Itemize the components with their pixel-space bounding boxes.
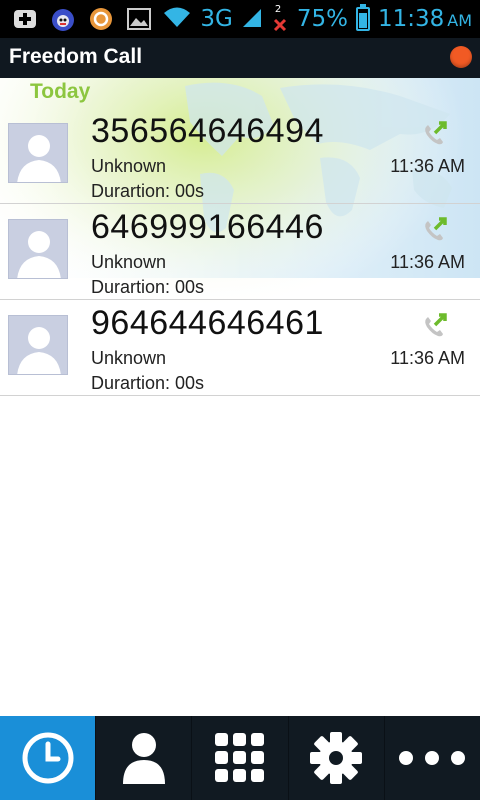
cat-app-icon <box>50 6 76 32</box>
call-duration: Durartion: 00s <box>91 181 205 201</box>
nav-more[interactable] <box>385 716 480 800</box>
call-log: Today 356564646494 Unknown Durartion: 00… <box>0 78 480 716</box>
notification-icons <box>12 6 152 32</box>
nav-call-log[interactable] <box>0 716 97 800</box>
call-time: 11:36 AM <box>390 156 465 176</box>
nav-settings[interactable] <box>289 716 385 800</box>
caller-name: Unknown <box>91 348 167 368</box>
bottom-nav <box>0 716 480 800</box>
caller-name: Unknown <box>91 252 167 272</box>
notification-count: 2 <box>274 4 282 15</box>
app-title: Freedom Call <box>9 45 143 68</box>
no-signal-icon: 2 <box>271 4 289 34</box>
dialpad-icon <box>215 733 264 782</box>
gear-icon <box>310 732 363 784</box>
avatar <box>8 219 68 279</box>
caller-number: 356564646494 <box>91 112 324 150</box>
outgoing-call-icon <box>425 313 447 337</box>
app-bar: Freedom Call <box>0 38 480 78</box>
list-item[interactable]: 356564646494 Unknown Durartion: 00s 11:3… <box>0 108 480 204</box>
status-bar: 3G 2 75% 11:38 AM <box>0 0 480 38</box>
avatar <box>8 123 68 183</box>
orange-app-icon <box>88 6 114 32</box>
call-time: 11:36 AM <box>390 348 465 368</box>
clock: 11:38 AM <box>378 6 472 32</box>
list-item[interactable]: 964644646461 Unknown Durartion: 00s 11:3… <box>0 300 480 396</box>
section-label: Today <box>30 80 91 103</box>
caller-name: Unknown <box>91 156 167 176</box>
network-type: 3G <box>200 6 233 32</box>
clock-time: 11:38 <box>377 6 445 32</box>
record-indicator-icon[interactable] <box>450 46 472 68</box>
call-duration: Durartion: 00s <box>91 277 205 297</box>
list-item[interactable]: 646999166446 Unknown Durartion: 00s 11:3… <box>0 204 480 300</box>
wifi-icon <box>162 6 192 32</box>
clock-icon <box>22 732 74 784</box>
contact-icon <box>122 733 165 784</box>
signal-icon <box>241 6 263 32</box>
battery-icon <box>355 4 370 31</box>
avatar <box>8 315 68 375</box>
outgoing-call-icon <box>425 217 447 241</box>
caller-number: 646999166446 <box>91 208 324 246</box>
call-time: 11:36 AM <box>390 252 465 272</box>
nav-dialpad[interactable] <box>192 716 289 800</box>
battery-percentage: 75% <box>296 6 348 32</box>
section-header: Today <box>0 78 480 108</box>
plus-notification-icon <box>12 6 38 32</box>
caller-number: 964644646461 <box>91 304 324 342</box>
more-icon <box>399 751 466 765</box>
outgoing-call-icon <box>425 121 447 145</box>
status-indicators: 3G 2 75% 11:38 AM <box>162 0 472 38</box>
call-duration: Durartion: 00s <box>91 373 205 393</box>
call-list: 356564646494 Unknown Durartion: 00s 11:3… <box>0 108 480 396</box>
nav-contacts[interactable] <box>96 716 193 800</box>
image-icon <box>126 6 152 32</box>
clock-ampm: AM <box>447 11 472 30</box>
